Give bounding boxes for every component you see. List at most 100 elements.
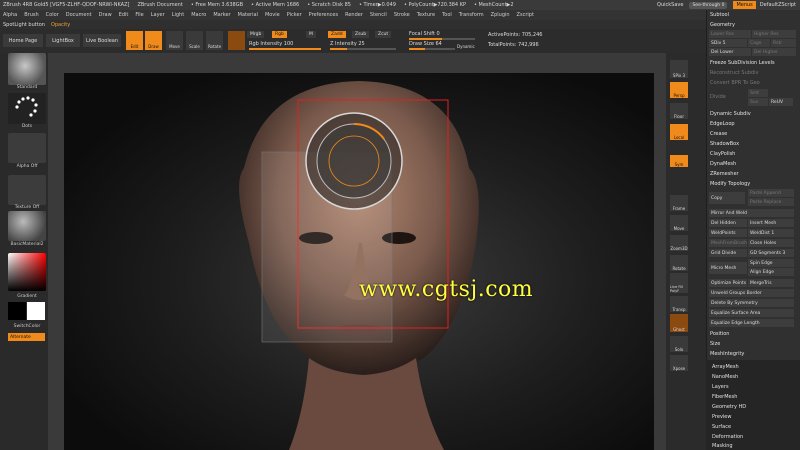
optimize-points-button[interactable]: Optimize Points [709, 279, 747, 287]
copy-button[interactable]: Copy [709, 192, 745, 204]
menu-zplugin[interactable]: Zplugin [491, 12, 510, 18]
surface-header[interactable]: Surface [712, 422, 731, 431]
local-button[interactable]: Local [670, 124, 688, 140]
welddist-slider[interactable]: WeldDist 1 [748, 229, 794, 237]
crease-header[interactable]: Crease [710, 129, 727, 138]
scale-button[interactable]: Scale [186, 31, 203, 50]
paste-replace-button[interactable]: Paste Replace [748, 198, 794, 206]
draw-size-slider[interactable]: Draw Size 64 [409, 41, 442, 47]
zcut-button[interactable]: Zcut [375, 31, 392, 38]
align-edge-button[interactable]: Align Edge [748, 268, 794, 276]
spin-edge-button[interactable]: Spin Edge [748, 259, 794, 267]
menu-alpha[interactable]: Alpha [3, 12, 17, 18]
alpha-thumbnail[interactable] [8, 133, 46, 163]
menu-render[interactable]: Render [345, 12, 363, 18]
edgeloop-header[interactable]: EdgeLoop [710, 119, 735, 128]
menu-brush[interactable]: Brush [24, 12, 38, 18]
geometry-header[interactable]: Geometry [710, 20, 735, 29]
menu-tool[interactable]: Tool [442, 12, 452, 18]
switch-color-button[interactable]: SwitchColor [8, 324, 46, 329]
sdiv-slider[interactable]: SDiv 5 [709, 39, 747, 47]
equalize-surface-area-button[interactable]: Equalize Surface Area [709, 309, 794, 317]
transp-button[interactable]: Transp [670, 296, 688, 312]
alternate-button[interactable]: Alternate [8, 333, 45, 341]
menu-marker[interactable]: Marker [213, 12, 230, 18]
spix-button[interactable]: SPix 3 [670, 60, 688, 78]
menu-material[interactable]: Material [238, 12, 258, 18]
edit-button[interactable]: Edit [126, 31, 143, 50]
lower-res-button[interactable]: Lower Res [709, 30, 751, 38]
zadd-button[interactable]: Zadd [328, 31, 346, 38]
move-view-button[interactable]: Move [670, 215, 688, 231]
rgb-intensity-slider[interactable]: Rgb Intensity 100 [249, 41, 293, 47]
nanomesh-header[interactable]: NanoMesh [712, 372, 738, 381]
frame-button[interactable]: Frame [670, 195, 688, 211]
rstr-button[interactable]: Rstr [771, 39, 796, 47]
mirror-and-weld-button[interactable]: Mirror And Weld [709, 209, 794, 217]
texture-thumbnail[interactable] [8, 175, 46, 205]
menu-stroke[interactable]: Stroke [394, 12, 410, 18]
delete-by-symmetry-button[interactable]: Delete By Symmetry [709, 299, 794, 307]
secondary-color-swatch[interactable] [27, 302, 45, 320]
cage-button[interactable]: Cage [748, 39, 770, 47]
rgb-intensity-track[interactable] [249, 48, 321, 50]
menu-edit[interactable]: Edit [119, 12, 129, 18]
arraymesh-header[interactable]: ArrayMesh [712, 362, 739, 371]
see-through-slider[interactable]: See-through 0 [689, 1, 728, 9]
reuv-button[interactable]: ReUV [769, 98, 793, 106]
menu-stencil[interactable]: Stencil [370, 12, 387, 18]
fibermesh-header[interactable]: FiberMesh [712, 392, 737, 401]
layers-header[interactable]: Layers [712, 382, 729, 391]
paste-append-button[interactable]: Paste Append [748, 189, 794, 197]
brush-thumbnail[interactable] [8, 53, 46, 85]
viewport-canvas[interactable]: www.cgtsj.com [64, 73, 654, 450]
floor-button[interactable]: Floor [670, 103, 688, 119]
main-color-swatch[interactable] [8, 302, 26, 320]
material-swatch-button[interactable] [228, 31, 245, 50]
menu-draw[interactable]: Draw [99, 12, 112, 18]
draw-button[interactable]: Draw [145, 31, 162, 50]
close-holes-button[interactable]: Close Holes [748, 239, 794, 247]
modify-topology-header[interactable]: Modify Topology [710, 179, 750, 188]
suv-button[interactable]: Suv [748, 98, 768, 106]
quicksave-button[interactable]: QuickSave [657, 2, 683, 8]
menu-preferences[interactable]: Preferences [309, 12, 338, 18]
home-page-button[interactable]: Home Page [3, 34, 43, 47]
grid-divide-button[interactable]: Grid Divide [709, 249, 747, 257]
del-higher-button[interactable]: Del Higher [752, 48, 796, 56]
mergetris-button[interactable]: MergeTris [748, 279, 794, 287]
material-thumbnail[interactable] [8, 211, 46, 241]
claypolish-header[interactable]: ClayPolish [710, 149, 735, 158]
draw-size-track[interactable] [409, 48, 455, 50]
stroke-thumbnail[interactable] [8, 93, 46, 124]
ghost-button[interactable]: Ghost [670, 314, 688, 332]
default-zscript-button[interactable]: DefaultZScript [760, 2, 796, 8]
xpose-button[interactable]: Xpose [670, 355, 688, 371]
unweld-groups-border-button[interactable]: Unweld Groups Border [709, 289, 794, 297]
menu-light[interactable]: Light [172, 12, 184, 18]
micro-mesh-button[interactable]: Micro Mesh [709, 262, 747, 274]
higher-res-button[interactable]: Higher Res [752, 30, 796, 38]
preview-header[interactable]: Preview [712, 412, 731, 421]
menu-color[interactable]: Color [46, 12, 59, 18]
divide-button[interactable]: Divide [710, 92, 726, 101]
del-lower-button[interactable]: Del Lower [709, 48, 751, 56]
persp-button[interactable]: Persp [670, 82, 688, 98]
insert-mesh-button[interactable]: Insert Mesh [748, 219, 794, 227]
focal-shift-track[interactable] [409, 38, 475, 40]
dynamic-button[interactable]: Dynamic [457, 44, 475, 49]
masking-header[interactable]: Masking [712, 441, 733, 450]
line-fill-button[interactable]: Line Fill PolyF [670, 273, 688, 293]
color-picker[interactable] [8, 253, 46, 291]
menu-file[interactable]: File [135, 12, 143, 18]
menu-movie[interactable]: Movie [265, 12, 280, 18]
geometry-hd-header[interactable]: Geometry HD [712, 402, 746, 411]
dynamic-subdiv-header[interactable]: Dynamic Subdiv [710, 109, 751, 118]
rotate-button[interactable]: Rotate [206, 31, 223, 50]
menu-macro[interactable]: Macro [191, 12, 206, 18]
shadowbox-header[interactable]: ShadowBox [710, 139, 739, 148]
freeze-subdivision-button[interactable]: Freeze SubDivision Levels [710, 58, 775, 67]
menu-picker[interactable]: Picker [287, 12, 302, 18]
live-boolean-button[interactable]: Live Boolean [83, 34, 121, 47]
position-header[interactable]: Position [710, 329, 729, 338]
